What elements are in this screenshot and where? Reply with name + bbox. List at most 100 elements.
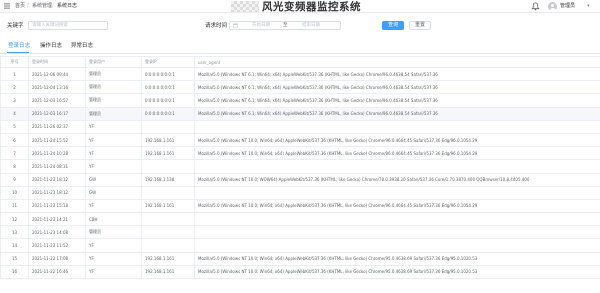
cell-login-time: 2021-11-23 15:18 bbox=[28, 198, 86, 214]
table-row[interactable]: 9 2021-11-23 18:12 GW 192.168.1.138 Mozilla/… bbox=[0, 172, 600, 187]
cell-login-time: 2021-11-23 18:12 bbox=[28, 185, 86, 200]
cell-index: 16 bbox=[0, 264, 29, 280]
table-row[interactable]: 6 2021-11-24 15:52 YF 192.168.1.161 Mozilla/… bbox=[0, 132, 600, 148]
table-row[interactable]: 10 2021-11-23 18:12 GW bbox=[0, 185, 600, 200]
cell-user-agent: Mozilla/5.0 (Windows NT 10.0; Win64; x64… bbox=[194, 198, 600, 214]
cell-login-time: 2021-11-24 10:28 bbox=[28, 146, 86, 161]
avatar[interactable] bbox=[548, 2, 557, 11]
cell-index: 15 bbox=[0, 251, 29, 266]
table-row[interactable]: 2 2021-12-04 13:16 管理员 0:0:0:0:0:0:0:1 Mozil… bbox=[0, 80, 600, 95]
cell-login-ip: 192.168.1.138 bbox=[141, 172, 195, 187]
table-row[interactable]: 15 2021-11-22 17:08 YF 192.168.1.161 Mozilla… bbox=[0, 251, 600, 266]
tab-login-log[interactable]: 登录日志 bbox=[8, 42, 30, 51]
chevron-down-icon[interactable]: ▾ bbox=[587, 3, 590, 10]
brand-title: 风光变频器监控系统 bbox=[262, 1, 361, 13]
date-range-picker[interactable]: 开始日期 至 结束日期 bbox=[229, 21, 341, 30]
table-row[interactable]: 11 2021-11-23 15:18 YF 192.168.1.161 Mozilla… bbox=[0, 198, 600, 214]
cell-login-user: YF bbox=[85, 264, 142, 280]
cell-login-user: GW bbox=[85, 185, 142, 200]
cell-index: 7 bbox=[0, 146, 29, 161]
cell-index: 8 bbox=[0, 159, 29, 174]
tab-operation-log[interactable]: 操作日志 bbox=[40, 42, 62, 51]
cell-user-agent: Mozilla/5.0 (Windows NT 10.0; Win64; x64… bbox=[194, 251, 600, 266]
cell-login-ip: 192.168.1.161 bbox=[141, 198, 195, 214]
cell-user-agent: Mozilla/5.0 (Windows NT 10.0; Win64; x64… bbox=[194, 264, 600, 280]
cell-user-agent bbox=[194, 159, 600, 174]
column-header-index[interactable]: 序号 bbox=[0, 56, 29, 68]
table-row[interactable]: 3 2021-12-03 16:57 管理员 0:0:0:0:0:0:0:1 Mozil… bbox=[0, 93, 600, 108]
cell-login-user: 管理员 bbox=[85, 225, 142, 240]
cell-user-agent: Mozilla/5.0 (Windows NT 6.1; Win64; x64)… bbox=[194, 66, 600, 82]
cell-index: 1 bbox=[0, 66, 29, 82]
cell-login-ip bbox=[141, 119, 195, 134]
tab-exception-log[interactable]: 异常日志 bbox=[71, 42, 93, 51]
table-row[interactable]: 14 2021-11-23 11:52 YF bbox=[0, 238, 600, 253]
cell-index: 5 bbox=[0, 119, 29, 134]
breadcrumb-separator: / bbox=[27, 3, 29, 9]
cell-login-user: 管理员 bbox=[85, 66, 142, 82]
cell-login-time: 2021-11-23 14:08 bbox=[28, 225, 86, 240]
cell-login-ip bbox=[141, 159, 195, 174]
login-log-table: 序号 登录时间 登录用户 登录IP user_agent 1 2021-12-06… bbox=[0, 56, 600, 280]
cell-index: 9 bbox=[0, 172, 29, 187]
search-button[interactable]: 查询 bbox=[382, 21, 404, 30]
menu-fold-icon[interactable] bbox=[4, 3, 10, 9]
column-header-user[interactable]: 登录用户 bbox=[85, 56, 142, 68]
range-start-placeholder[interactable]: 开始日期 bbox=[252, 23, 270, 29]
cell-login-ip bbox=[141, 185, 195, 200]
cell-login-user: YF bbox=[85, 159, 142, 174]
breadcrumb-system[interactable]: 系统管理 bbox=[32, 2, 52, 10]
cell-login-time: 2021-12-03 16:17 bbox=[28, 106, 86, 121]
table-row[interactable]: 16 2021-11-22 16:46 YF 192.168.1.161 Mozilla… bbox=[0, 264, 600, 280]
breadcrumb-home[interactable]: 首页 bbox=[15, 2, 25, 10]
table-row[interactable]: 12 2021-11-23 14:21 CBH bbox=[0, 212, 600, 227]
reset-button[interactable]: 重置 bbox=[409, 21, 431, 30]
table-row[interactable]: 13 2021-11-23 14:08 管理员 bbox=[0, 225, 600, 240]
cell-login-ip: 0:0:0:0:0:0:0:1 bbox=[141, 93, 195, 108]
cell-login-ip bbox=[141, 225, 195, 240]
calendar-icon bbox=[233, 23, 238, 28]
cell-login-user: 管理员 bbox=[85, 106, 142, 121]
table-row[interactable]: 5 2021-11-26 02:37 YF bbox=[0, 119, 600, 134]
cell-login-time: 2021-11-23 18:12 bbox=[28, 172, 86, 187]
cell-login-ip: 192.168.1.161 bbox=[141, 132, 195, 148]
table-row[interactable]: 1 2021-12-06 09:44 管理员 0:0:0:0:0:0:0:1 Mozil… bbox=[0, 66, 600, 82]
cell-index: 13 bbox=[0, 225, 29, 240]
cell-login-user: GW bbox=[85, 172, 142, 187]
cell-login-time: 2021-11-23 14:21 bbox=[28, 212, 86, 227]
column-header-ip[interactable]: 登录IP bbox=[141, 56, 195, 68]
cell-index: 3 bbox=[0, 93, 29, 108]
cell-login-ip bbox=[141, 212, 195, 227]
brand-logo bbox=[231, 1, 259, 12]
cell-login-time: 2021-11-23 11:52 bbox=[28, 238, 86, 253]
cell-user-agent: Mozilla/5.0 (Windows NT 10.0; WOW64) App… bbox=[194, 172, 600, 187]
user-name[interactable]: 管理员 bbox=[560, 3, 575, 10]
cell-login-user: YF bbox=[85, 251, 142, 266]
cell-login-time: 2021-12-03 16:57 bbox=[28, 93, 86, 108]
cell-user-agent bbox=[194, 119, 600, 134]
cell-login-user: CBH bbox=[85, 212, 142, 227]
bell-icon[interactable] bbox=[531, 2, 540, 11]
cell-login-time: 2021-11-22 16:46 bbox=[28, 264, 86, 280]
cell-login-user: YF bbox=[85, 132, 142, 148]
range-end-placeholder[interactable]: 结束日期 bbox=[302, 23, 320, 29]
top-bar: 首页 / 系统管理 / 系统日志 风光变频器监控系统 管理员 ▾ bbox=[0, 0, 600, 13]
cell-login-ip: 192.168.1.161 bbox=[141, 251, 195, 266]
cell-user-agent: Mozilla/5.0 (Windows NT 6.1; Win64; x64)… bbox=[194, 93, 600, 108]
column-header-time[interactable]: 登录时间 bbox=[28, 56, 86, 68]
table-row[interactable]: 8 2021-11-24 08:31 YF bbox=[0, 159, 600, 174]
keyword-input[interactable] bbox=[28, 21, 108, 30]
cell-user-agent bbox=[194, 225, 600, 240]
cell-user-agent: Mozilla/5.0 (Windows NT 10.0; Win64; x64… bbox=[194, 146, 600, 161]
cell-login-ip: 0:0:0:0:0:0:0:1 bbox=[141, 106, 195, 121]
table-row[interactable]: 7 2021-11-24 10:28 YF 192.168.1.161 Mozilla/… bbox=[0, 146, 600, 161]
column-header-user-agent[interactable]: user_agent bbox=[194, 56, 600, 68]
cell-user-agent bbox=[194, 238, 600, 253]
cell-login-time: 2021-11-24 15:52 bbox=[28, 132, 86, 148]
cell-index: 6 bbox=[0, 132, 29, 148]
cell-login-user: 管理员 bbox=[85, 80, 142, 95]
cell-user-agent: Mozilla/5.0 (Windows NT 6.1; Win64; x64)… bbox=[194, 80, 600, 95]
table-row[interactable]: 4 2021-12-03 16:17 管理员 0:0:0:0:0:0:0:1 Mozil… bbox=[0, 106, 600, 121]
breadcrumb-separator: / bbox=[52, 3, 54, 9]
cell-login-ip: 192.168.1.161 bbox=[141, 264, 195, 280]
